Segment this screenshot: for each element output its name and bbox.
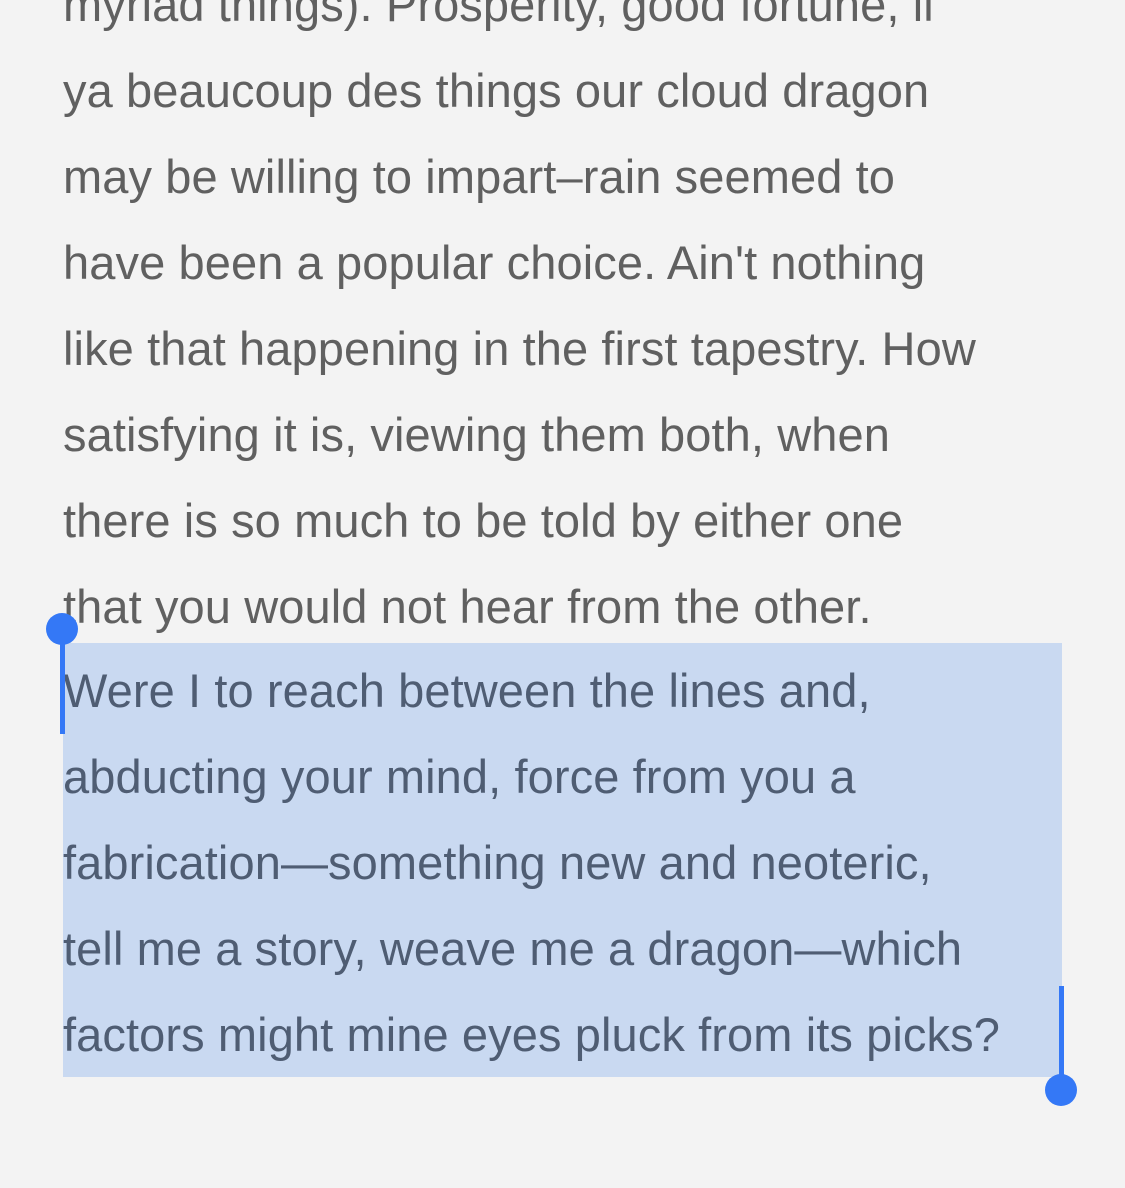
selection-start-caret: [60, 628, 65, 734]
selected-text-line[interactable]: abducting your mind, force from you a: [63, 734, 856, 820]
text-line[interactable]: may be willing to impart–rain seemed to: [63, 134, 895, 220]
text-line[interactable]: myriad things). Prosperity, good fortune…: [63, 0, 934, 48]
text-line[interactable]: have been a popular choice. Ain't nothin…: [63, 220, 925, 306]
text-line[interactable]: satisfying it is, viewing them both, whe…: [63, 392, 890, 478]
selected-text-line[interactable]: Were I to reach between the lines and,: [63, 648, 871, 734]
text-line[interactable]: there is so much to be told by either on…: [63, 478, 903, 564]
selected-text-line[interactable]: factors might mine eyes pluck from its p…: [63, 992, 1000, 1078]
selected-text-line[interactable]: tell me a story, weave me a dragon—which: [63, 906, 962, 992]
text-line[interactable]: like that happening in the first tapestr…: [63, 306, 976, 392]
text-line[interactable]: ya beaucoup des things our cloud dragon: [63, 48, 929, 134]
selected-text-line[interactable]: fabrication—something new and neoteric,: [63, 820, 932, 906]
selection-end-handle[interactable]: [1045, 1074, 1077, 1106]
text-line[interactable]: that you would not hear from the other.: [63, 564, 872, 650]
reader-page[interactable]: myriad things). Prosperity, good fortune…: [0, 0, 1125, 1188]
